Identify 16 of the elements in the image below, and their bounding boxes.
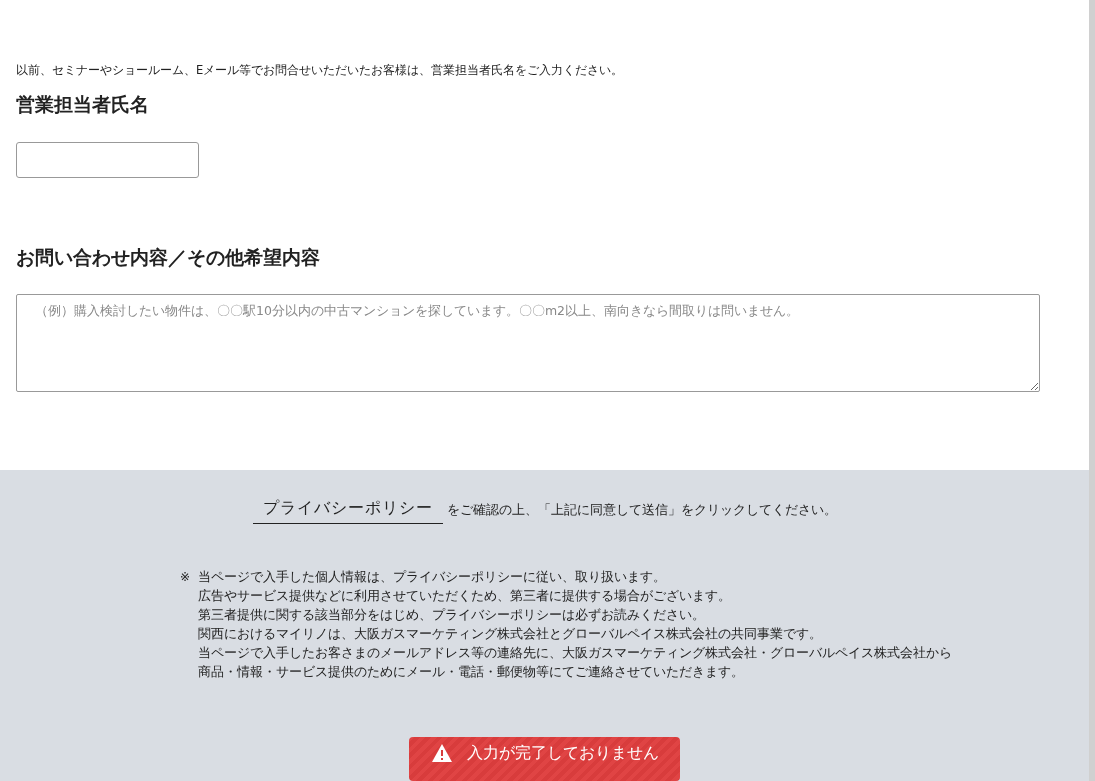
note-text: 商品・情報・サービス提供のためにメール・電話・郵便物等にてご連絡させていただきます。: [198, 663, 745, 681]
note-text: 第三者提供に関する該当部分をはじめ、プライバシーポリシーは必ずお読みください。: [198, 606, 706, 624]
note-text: 広告やサービス提供などに利用させていただくため、第三者に提供する場合がございます。: [198, 587, 732, 605]
input-field[interactable]: [16, 142, 199, 178]
note-text: 当ページで入手した個人情報は、プライバシーポリシーに従い、取り扱います。: [198, 568, 667, 586]
consent-text: をご確認の上、「上記に同意して送信」をクリックしてください。: [446, 502, 837, 519]
field-label: 営業担当者氏名: [16, 92, 150, 117]
scrollbar[interactable]: [1089, 0, 1095, 781]
warning-icon: [430, 743, 453, 763]
note-text: 関西におけるマイリノは、大阪ガスマーケティング株式会社とグローバルペイス株式会社の共同事業です。: [198, 625, 823, 643]
instruction-text: 以前、セミナーやショールーム、Eメール等でお問合せいただいたお客様は、営業担当者氏名をご入力ください。: [16, 62, 625, 78]
note-mark: ※: [180, 569, 192, 586]
field-label: お問い合わせ内容／その他希望内容: [16, 245, 321, 270]
textarea-field[interactable]: （例）購入検討したい物件は、〇〇駅10分以内の中古マンションを探しています。〇〇m2以上、南向きなら間取りは問いません。: [16, 294, 1040, 392]
privacy-policy-link[interactable]: プライバシーポリシー: [252, 498, 443, 524]
note-text: 当ページで入手したお客さまのメールアドレス等の連絡先に、大阪ガスマーケティング株式会社・グローバルペイス株式会社から: [198, 644, 952, 662]
